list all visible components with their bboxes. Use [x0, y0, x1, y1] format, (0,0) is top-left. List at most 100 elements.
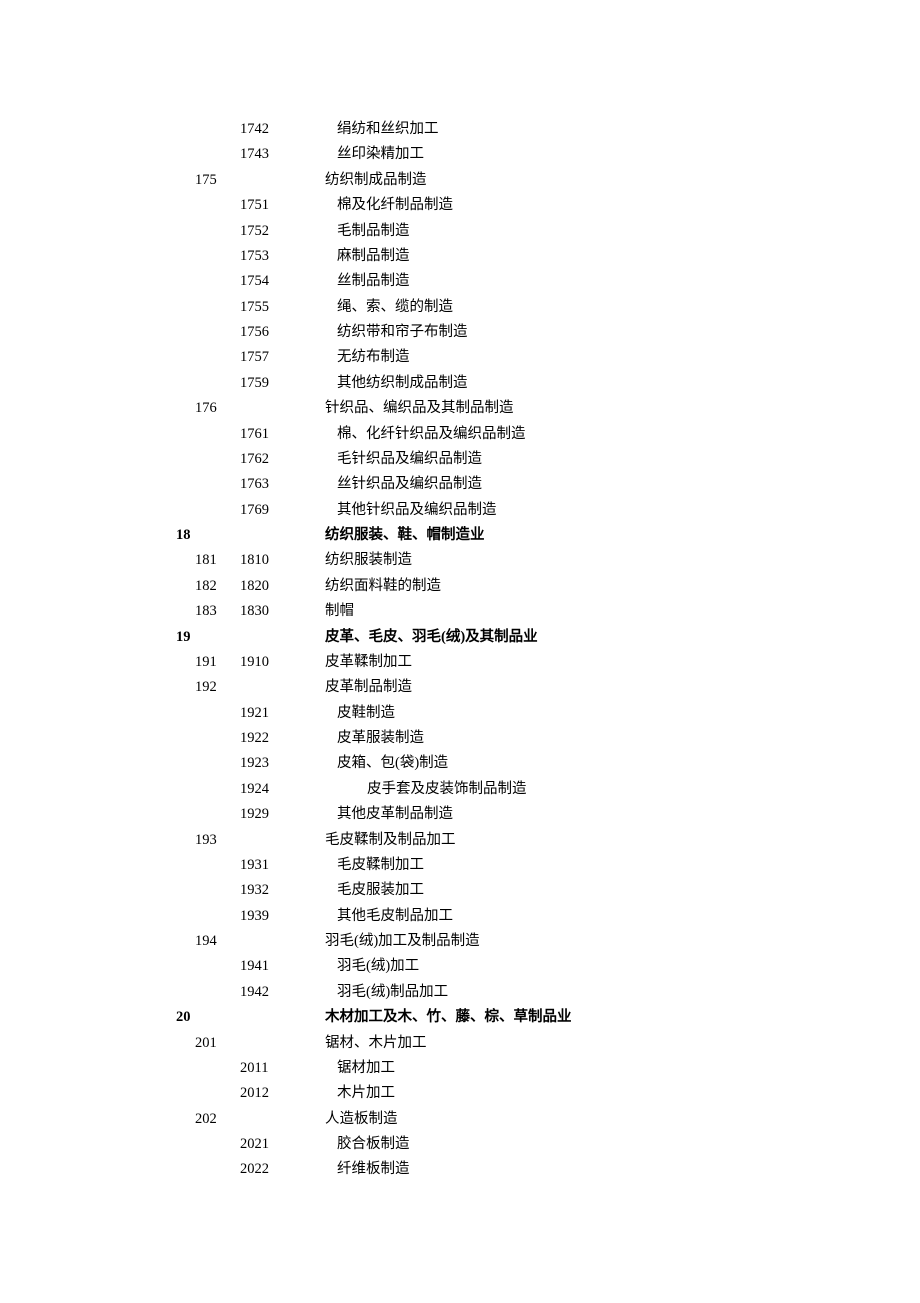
table-row: 1811810纺织服装制造 [0, 548, 920, 573]
code-level3: 1941 [240, 954, 286, 979]
table-row: 1941羽毛(绒)加工 [0, 954, 920, 979]
category-name: 纺织带和帘子布制造 [286, 320, 920, 345]
code-level3: 1922 [240, 726, 286, 751]
table-row: 202 人造板制造 [0, 1107, 920, 1132]
code-level3: 1924 [240, 777, 286, 802]
code-level1 [0, 751, 195, 776]
code-level2 [195, 1132, 240, 1157]
table-row: 1924皮手套及皮装饰制品制造 [0, 777, 920, 802]
code-level2 [195, 295, 240, 320]
table-row: 1742绢纺和丝织加工 [0, 117, 920, 142]
table-row: 1743丝印染精加工 [0, 142, 920, 167]
category-name: 毛制品制造 [286, 219, 920, 244]
code-level3: 2012 [240, 1081, 286, 1106]
code-level1 [0, 650, 195, 675]
code-level3 [240, 929, 286, 954]
code-level1 [0, 1056, 195, 1081]
code-level3 [240, 1005, 286, 1030]
code-level1 [0, 244, 195, 269]
code-level3 [240, 1031, 286, 1056]
category-name: 丝制品制造 [286, 269, 920, 294]
code-level3: 1830 [240, 599, 286, 624]
code-level1 [0, 878, 195, 903]
code-level1 [0, 295, 195, 320]
category-name: 棉及化纤制品制造 [286, 193, 920, 218]
table-row: 1831830制帽 [0, 599, 920, 624]
table-row: 1769其他针织品及编织品制造 [0, 498, 920, 523]
code-level2 [195, 447, 240, 472]
code-level2: 202 [195, 1107, 240, 1132]
code-level2: 192 [195, 675, 240, 700]
code-level3 [240, 625, 286, 650]
code-level3: 1929 [240, 802, 286, 827]
category-name: 纺织服装、鞋、帽制造业 [286, 523, 920, 548]
code-level2 [195, 853, 240, 878]
table-row: 1931毛皮鞣制加工 [0, 853, 920, 878]
table-row: 2011锯材加工 [0, 1056, 920, 1081]
category-name: 纺织服装制造 [286, 548, 920, 573]
code-level2 [195, 320, 240, 345]
classification-table: 1742绢纺和丝织加工1743丝印染精加工175 纺织制成品制造1751棉及化纤制… [0, 117, 920, 1183]
table-row: 1761棉、化纤针织品及编织品制造 [0, 422, 920, 447]
code-level1 [0, 1132, 195, 1157]
table-row: 1763丝针织品及编织品制造 [0, 472, 920, 497]
category-name: 其他毛皮制品加工 [286, 904, 920, 929]
code-level3: 1923 [240, 751, 286, 776]
category-name: 针织品、编织品及其制品制造 [286, 396, 920, 421]
code-level1 [0, 574, 195, 599]
code-level2 [195, 625, 240, 650]
table-row: 1911910皮革鞣制加工 [0, 650, 920, 675]
code-level2: 181 [195, 548, 240, 573]
code-level3: 1759 [240, 371, 286, 396]
code-level1 [0, 117, 195, 142]
table-row: 1757无纺布制造 [0, 345, 920, 370]
code-level1 [0, 904, 195, 929]
code-level2: 182 [195, 574, 240, 599]
code-level1 [0, 954, 195, 979]
code-level3 [240, 1107, 286, 1132]
code-level2 [195, 219, 240, 244]
code-level1 [0, 802, 195, 827]
code-level1 [0, 168, 195, 193]
table-row: 201锯材、木片加工 [0, 1031, 920, 1056]
category-name: 绳、索、缆的制造 [286, 295, 920, 320]
code-level2: 175 [195, 168, 240, 193]
code-level2 [195, 777, 240, 802]
code-level1 [0, 142, 195, 167]
code-level2 [195, 701, 240, 726]
code-level2: 176 [195, 396, 240, 421]
code-level3: 1939 [240, 904, 286, 929]
table-row: 1923皮箱、包(袋)制造 [0, 751, 920, 776]
category-name: 其他针织品及编织品制造 [286, 498, 920, 523]
table-row: 1921皮鞋制造 [0, 701, 920, 726]
category-name: 皮革、毛皮、羽毛(绒)及其制品业 [286, 625, 920, 650]
code-level2 [195, 1056, 240, 1081]
table-row: 1759其他纺织制成品制造 [0, 371, 920, 396]
category-name: 纺织制成品制造 [286, 168, 920, 193]
code-level3: 2022 [240, 1157, 286, 1182]
code-level1 [0, 599, 195, 624]
category-name: 皮革鞣制加工 [286, 650, 920, 675]
code-level2: 183 [195, 599, 240, 624]
code-level1 [0, 193, 195, 218]
category-name: 绢纺和丝织加工 [286, 117, 920, 142]
code-level3: 1931 [240, 853, 286, 878]
code-level3: 1756 [240, 320, 286, 345]
code-level1 [0, 422, 195, 447]
category-name: 人造板制造 [286, 1107, 920, 1132]
code-level2 [195, 193, 240, 218]
code-level2 [195, 117, 240, 142]
code-level3: 1910 [240, 650, 286, 675]
table-row: 1751棉及化纤制品制造 [0, 193, 920, 218]
code-level2 [195, 802, 240, 827]
document-page: 1742绢纺和丝织加工1743丝印染精加工175 纺织制成品制造1751棉及化纤制… [0, 0, 920, 1303]
category-name: 棉、化纤针织品及编织品制造 [286, 422, 920, 447]
table-row: 2012木片加工 [0, 1081, 920, 1106]
table-row: 1756纺织带和帘子布制造 [0, 320, 920, 345]
table-row: 1942羽毛(绒)制品加工 [0, 980, 920, 1005]
code-level3: 1754 [240, 269, 286, 294]
code-level3: 1752 [240, 219, 286, 244]
category-name: 无纺布制造 [286, 345, 920, 370]
code-level1 [0, 853, 195, 878]
code-level3: 1810 [240, 548, 286, 573]
